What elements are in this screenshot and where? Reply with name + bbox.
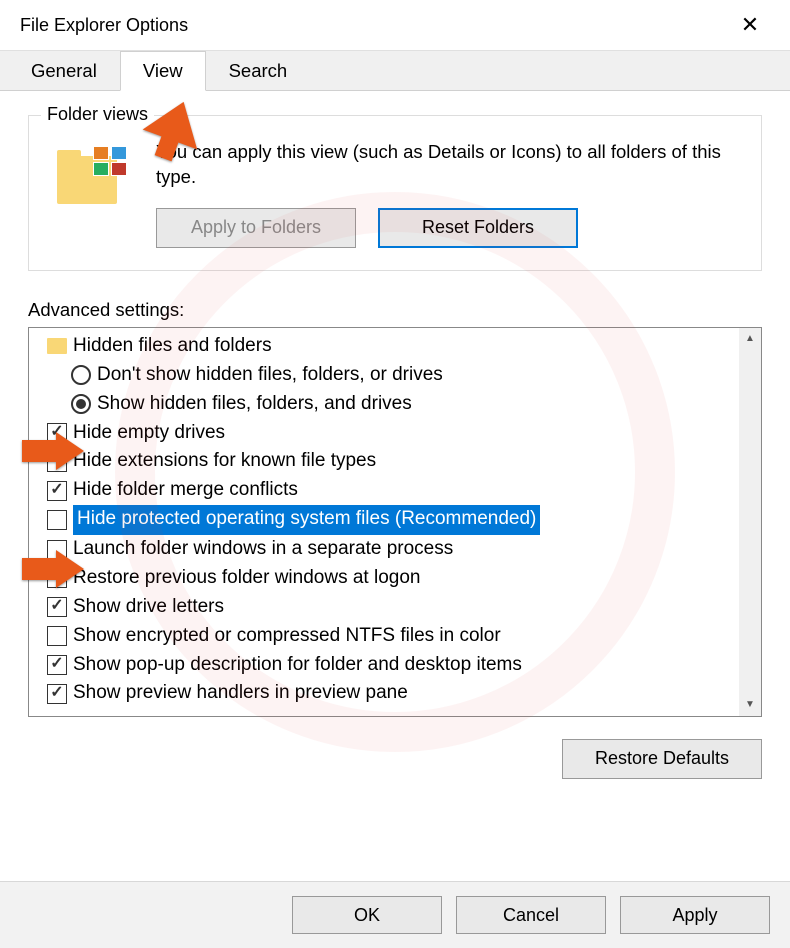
reset-folders-button[interactable]: Reset Folders — [378, 208, 578, 248]
advanced-settings-label: Advanced settings: — [28, 299, 762, 321]
folder-views-group: Folder views You can apply this view (su… — [28, 115, 762, 271]
folder-icon — [47, 338, 67, 354]
checkbox-icon[interactable] — [47, 423, 67, 443]
checkbox-option[interactable]: Show pop-up description for folder and d… — [47, 651, 739, 680]
checkbox-label: Show encrypted or compressed NTFS files … — [73, 622, 501, 651]
checkbox-icon[interactable] — [47, 452, 67, 472]
close-button[interactable]: ✕ — [730, 12, 770, 38]
checkbox-label: Show pop-up description for folder and d… — [73, 651, 522, 680]
checkbox-icon[interactable] — [47, 684, 67, 704]
checkbox-option[interactable]: Hide protected operating system files (R… — [47, 505, 739, 535]
checkbox-option[interactable]: Show encrypted or compressed NTFS files … — [47, 622, 739, 651]
checkbox-label: Restore previous folder windows at logon — [73, 564, 420, 593]
radio-label: Show hidden files, folders, and drives — [97, 390, 412, 419]
checkbox-icon[interactable] — [47, 510, 67, 530]
checkbox-label: Hide protected operating system files (R… — [73, 505, 540, 535]
checkbox-icon[interactable] — [47, 568, 67, 588]
checkbox-option[interactable]: Hide folder merge conflicts — [47, 476, 739, 505]
checkbox-label: Show drive letters — [73, 593, 224, 622]
apply-to-folders-button: Apply to Folders — [156, 208, 356, 248]
checkbox-option[interactable]: Launch folder windows in a separate proc… — [47, 535, 739, 564]
scroll-down-arrow[interactable]: ▼ — [739, 694, 761, 716]
checkbox-label: Hide empty drives — [73, 419, 225, 448]
tab-strip: General View Search — [0, 50, 790, 90]
cancel-button[interactable]: Cancel — [456, 896, 606, 934]
checkbox-option[interactable]: Hide extensions for known file types — [47, 447, 739, 476]
window-title: File Explorer Options — [20, 15, 188, 36]
dialog-button-row: OK Cancel Apply — [0, 881, 790, 948]
checkbox-label: Launch folder windows in a separate proc… — [73, 535, 453, 564]
checkbox-label: Show preview handlers in preview pane — [73, 679, 408, 708]
checkbox-option[interactable]: Show preview handlers in preview pane — [47, 679, 739, 708]
checkbox-icon[interactable] — [47, 481, 67, 501]
checkbox-icon[interactable] — [47, 540, 67, 560]
radio-icon[interactable] — [71, 365, 91, 385]
radio-option[interactable]: Show hidden files, folders, and drives — [47, 390, 739, 419]
folder-views-description: You can apply this view (such as Details… — [156, 140, 741, 190]
checkbox-label: Hide extensions for known file types — [73, 447, 376, 476]
checkbox-icon[interactable] — [47, 626, 67, 646]
checkbox-option[interactable]: Show drive letters — [47, 593, 739, 622]
checkbox-option[interactable]: Restore previous folder windows at logon — [47, 564, 739, 593]
apply-button[interactable]: Apply — [620, 896, 770, 934]
titlebar: File Explorer Options ✕ — [0, 0, 790, 50]
ok-button[interactable]: OK — [292, 896, 442, 934]
checkbox-icon[interactable] — [47, 597, 67, 617]
radio-option[interactable]: Don't show hidden files, folders, or dri… — [47, 361, 739, 390]
tree-section-label: Hidden files and folders — [73, 332, 272, 361]
view-tab-panel: Folder views You can apply this view (su… — [0, 90, 790, 779]
radio-label: Don't show hidden files, folders, or dri… — [97, 361, 443, 390]
checkbox-label: Hide folder merge conflicts — [73, 476, 298, 505]
checkbox-icon[interactable] — [47, 655, 67, 675]
checkbox-option[interactable]: Hide empty drives — [47, 419, 739, 448]
tab-search[interactable]: Search — [206, 51, 311, 90]
folder-views-icon — [49, 140, 134, 248]
scrollbar[interactable]: ▲ ▼ — [739, 328, 761, 716]
tab-general[interactable]: General — [8, 51, 120, 90]
tab-view[interactable]: View — [120, 51, 206, 91]
folder-views-group-title: Folder views — [41, 104, 154, 125]
restore-defaults-button[interactable]: Restore Defaults — [562, 739, 762, 779]
advanced-settings-list[interactable]: Hidden files and foldersDon't show hidde… — [28, 327, 762, 717]
tree-section-header: Hidden files and folders — [47, 332, 739, 361]
radio-icon[interactable] — [71, 394, 91, 414]
scroll-up-arrow[interactable]: ▲ — [739, 328, 761, 350]
